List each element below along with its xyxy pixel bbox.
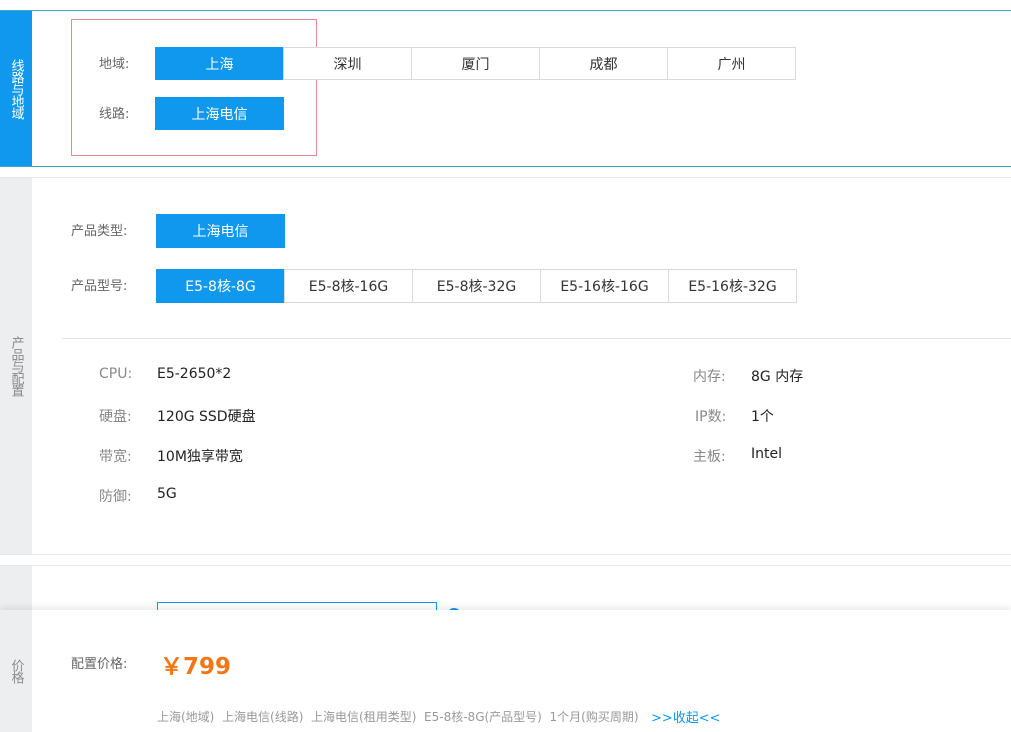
model-option-e5-16c-16g[interactable]: E5-16核-16G: [540, 269, 669, 303]
product-type-label: 产品类型:: [71, 224, 128, 239]
ip-label: IP数:: [695, 409, 727, 425]
highlight-box: [71, 19, 317, 156]
summary-type: 上海电信(租用类型): [311, 710, 417, 724]
product-type-option[interactable]: 上海电信: [156, 214, 285, 248]
region-section-tab: 线路与地域: [0, 11, 32, 166]
disk-value: 120G SSD硬盘: [157, 409, 256, 425]
area-option-chengdu[interactable]: 成都: [539, 47, 668, 80]
model-option-e5-8c-32g[interactable]: E5-8核-32G: [412, 269, 541, 303]
area-option-guangzhou[interactable]: 广州: [667, 47, 796, 80]
line-label: 线路:: [99, 107, 130, 122]
ip-value: 1个: [751, 409, 774, 425]
price-amount: ￥799: [160, 654, 232, 680]
price-bar: 价格 配置价格: ￥799 上海(地域) 上海电信(线路) 上海电信(租用类型)…: [0, 610, 1011, 732]
disk-label: 硬盘:: [99, 409, 132, 425]
product-section: 产品与配置 产品类型: 上海电信 产品型号: E5-8核-8G E5-8核-16…: [0, 177, 1011, 555]
cpu-label: CPU:: [99, 366, 133, 382]
bandwidth-label: 带宽:: [99, 449, 132, 465]
defense-label: 防御:: [99, 489, 132, 505]
product-section-tab: 产品与配置: [0, 178, 32, 554]
summary-line: 上海电信(线路): [222, 710, 304, 724]
summary-region: 上海(地域): [157, 710, 215, 724]
area-option-xiamen[interactable]: 厦门: [411, 47, 540, 80]
product-tab-label: 产品与配置: [8, 336, 24, 396]
product-model-label: 产品型号:: [71, 279, 128, 294]
summary-period: 1个月(购买周期): [549, 710, 639, 724]
region-section: 线路与地域 地域: 上海 深圳 厦门 成都 广州 线路: 上海电信: [0, 10, 1011, 167]
price-tab-label: 价格: [8, 659, 24, 683]
model-option-e5-16c-32g[interactable]: E5-16核-32G: [668, 269, 797, 303]
memory-value: 8G 内存: [751, 369, 804, 385]
defense-value: 5G: [157, 486, 177, 502]
bandwidth-value: 10M独享带宽: [157, 449, 243, 465]
spec-divider: [62, 338, 1011, 339]
area-option-shanghai[interactable]: 上海: [155, 47, 284, 80]
cpu-value: E5-2650*2: [157, 366, 232, 382]
model-option-e5-8c-8g[interactable]: E5-8核-8G: [156, 269, 285, 303]
price-section-tab: 价格: [0, 610, 32, 732]
order-summary: 上海(地域) 上海电信(线路) 上海电信(租用类型) E5-8核-8G(产品型号…: [157, 708, 639, 725]
collapse-link[interactable]: >>收起<<: [651, 707, 721, 726]
memory-label: 内存:: [693, 369, 726, 385]
summary-model: E5-8核-8G(产品型号): [424, 710, 542, 724]
model-option-e5-8c-16g[interactable]: E5-8核-16G: [284, 269, 413, 303]
price-label: 配置价格:: [71, 657, 128, 672]
area-option-shenzhen[interactable]: 深圳: [283, 47, 412, 80]
board-value: Intel: [751, 446, 782, 462]
line-option-shanghai-telecom[interactable]: 上海电信: [155, 97, 284, 130]
region-tab-label: 线路与地域: [8, 58, 24, 119]
board-label: 主板:: [693, 449, 726, 465]
hidden-section-tab: [0, 566, 32, 611]
area-label: 地域:: [99, 57, 130, 72]
